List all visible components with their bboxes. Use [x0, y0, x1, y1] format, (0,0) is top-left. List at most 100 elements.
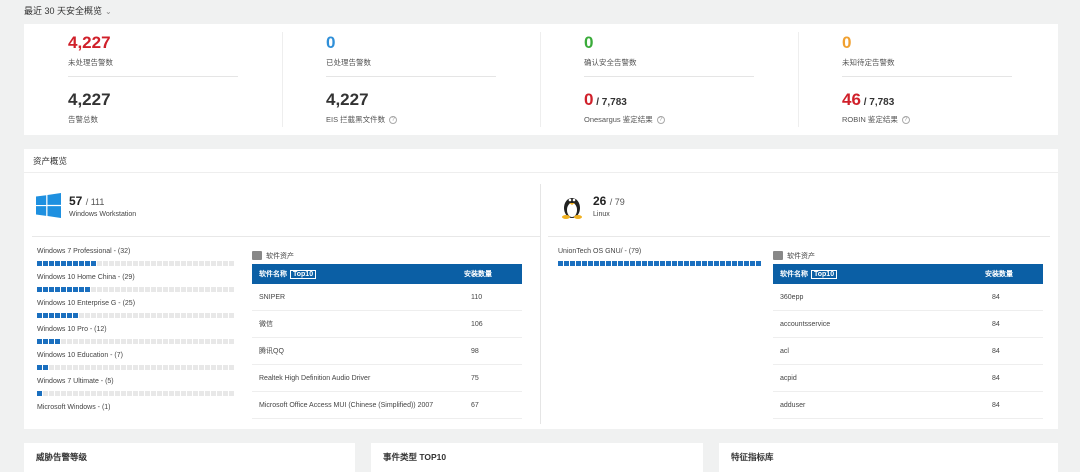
os-list-item[interactable]: Windows 10 Enterprise G - (25) — [37, 300, 237, 326]
table-row[interactable]: Microsoft Office Access MUI (Chinese (Si… — [252, 392, 522, 419]
bar-segment — [145, 287, 150, 292]
bar-segment — [139, 391, 144, 396]
stat-label: 告警总数 — [68, 115, 98, 124]
bar-segment — [175, 365, 180, 370]
indicator-library-card: 特征指标库 — [719, 443, 1058, 472]
table-row[interactable]: adduser 84 — [773, 392, 1043, 419]
bar-segment — [73, 261, 78, 266]
os-list-item[interactable]: Windows 10 Education - (7) — [37, 352, 237, 378]
divider — [282, 32, 283, 127]
bar-segment — [199, 287, 204, 292]
bar-segment — [145, 365, 150, 370]
bar-segment — [37, 313, 42, 318]
top10-badge: Top10 — [811, 270, 838, 279]
table-row[interactable]: accountsservice 84 — [773, 311, 1043, 338]
table-row[interactable]: Realtek High Definition Audio Driver 75 — [252, 365, 522, 392]
install-count: 98 — [471, 347, 479, 355]
install-count: 84 — [992, 401, 1000, 409]
event-type-card: 事件类型 TOP10 — [371, 443, 703, 472]
bar-segment — [193, 339, 198, 344]
column-name: 软件名称 — [259, 271, 287, 278]
os-list-item[interactable]: Windows 7 Ultimate - (5) — [37, 378, 237, 404]
help-icon[interactable]: ? — [656, 116, 665, 125]
windows-icon — [36, 193, 61, 218]
os-progress-bar — [558, 261, 768, 266]
bar-segment — [73, 287, 78, 292]
overview-period-selector[interactable]: 最近 30 天安全概览 ⌄ — [24, 4, 112, 17]
bar-segment — [61, 287, 66, 292]
bar-segment — [139, 313, 144, 318]
os-label: Windows 7 Professional - (32) — [37, 248, 131, 255]
bar-segment — [570, 261, 575, 266]
os-progress-bar — [37, 287, 237, 292]
bar-segment — [606, 261, 611, 266]
os-list-item[interactable]: Microsoft Windows - (1) — [37, 404, 237, 430]
help-icon[interactable]: ? — [389, 116, 398, 125]
bar-segment — [67, 339, 72, 344]
windows-label: Windows Workstation — [69, 211, 137, 218]
bar-segment — [61, 391, 66, 396]
overview-title: 最近 30 天安全概览 — [24, 6, 103, 16]
bar-segment — [103, 313, 108, 318]
os-label: Windows 7 Ultimate - (5) — [37, 378, 114, 385]
bar-segment — [163, 365, 168, 370]
os-list-item[interactable]: Windows 10 Home China - (29) — [37, 274, 237, 300]
bar-segment — [115, 261, 120, 266]
table-row[interactable]: 360epp 84 — [773, 284, 1043, 311]
bar-segment — [43, 365, 48, 370]
bar-segment — [37, 287, 42, 292]
table-row[interactable]: 腾讯QQ 98 — [252, 338, 522, 365]
bar-segment — [85, 391, 90, 396]
bar-segment — [157, 391, 162, 396]
bar-segment — [223, 287, 228, 292]
os-list-item[interactable]: Windows 10 Pro - (12) — [37, 326, 237, 352]
table-row[interactable]: acl 84 — [773, 338, 1043, 365]
column-name: 软件名称 — [780, 271, 808, 278]
bar-segment — [205, 365, 210, 370]
os-list-item[interactable]: Windows 7 Professional - (32) — [37, 248, 237, 274]
bar-segment — [97, 365, 102, 370]
stat-column: 0 确认安全告警数 0 / 7,783 Onesargus 鉴定结果? — [540, 24, 798, 135]
windows-os-list: Windows 7 Professional - (32) Windows 10 … — [37, 248, 237, 430]
software-name: acpid — [780, 374, 797, 382]
bar-segment — [67, 287, 72, 292]
bar-segment — [211, 339, 216, 344]
table-row[interactable]: acpid 84 — [773, 365, 1043, 392]
bar-segment — [109, 313, 114, 318]
bar-segment — [199, 365, 204, 370]
help-icon[interactable]: ? — [901, 116, 910, 125]
bar-segment — [49, 261, 54, 266]
stat-value: 0 — [584, 33, 594, 52]
bar-segment — [121, 261, 126, 266]
install-count: 106 — [471, 320, 483, 328]
bar-segment — [133, 287, 138, 292]
divider — [842, 76, 1012, 77]
bar-segment — [73, 365, 78, 370]
bar-segment — [55, 261, 60, 266]
table-row[interactable]: 微信 106 — [252, 311, 522, 338]
stat-label: Onesargus 鉴定结果 — [584, 115, 653, 124]
bar-segment — [139, 287, 144, 292]
bar-segment — [49, 313, 54, 318]
bar-segment — [55, 313, 60, 318]
os-list-item[interactable]: UnionTech OS GNU/ - (79) — [558, 248, 768, 274]
bar-segment — [187, 365, 192, 370]
bar-segment — [109, 261, 114, 266]
table-row[interactable]: SNIPER 110 — [252, 284, 522, 311]
bar-segment — [702, 261, 707, 266]
bar-segment — [558, 261, 563, 266]
bar-segment — [181, 365, 186, 370]
bar-segment — [103, 287, 108, 292]
bar-segment — [145, 313, 150, 318]
bar-segment — [97, 339, 102, 344]
bar-segment — [97, 261, 102, 266]
software-name: 腾讯QQ — [259, 348, 284, 355]
bar-segment — [163, 339, 168, 344]
bar-segment — [73, 339, 78, 344]
bar-segment — [61, 339, 66, 344]
bar-segment — [618, 261, 623, 266]
bar-segment — [678, 261, 683, 266]
install-count: 110 — [471, 293, 483, 301]
bar-segment — [217, 339, 222, 344]
stat-label: ROBIN 鉴定结果 — [842, 115, 898, 124]
